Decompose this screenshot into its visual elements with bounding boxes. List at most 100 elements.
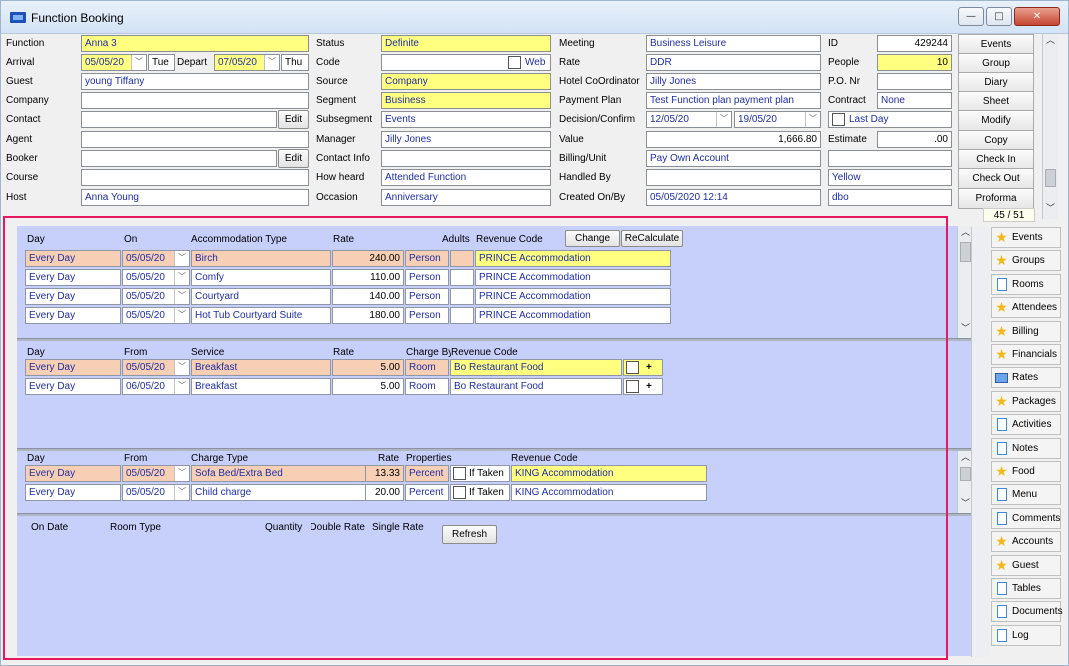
- nav-accounts[interactable]: ★ Accounts: [991, 531, 1061, 553]
- nav-menu[interactable]: Menu: [991, 484, 1061, 506]
- plus-icon[interactable]: +: [646, 360, 652, 375]
- service-revenue-cell[interactable]: Bo Restaurant Food: [450, 359, 622, 376]
- accommodation-rate-cell[interactable]: 110.00: [332, 269, 404, 286]
- change-button[interactable]: Change: [565, 230, 620, 247]
- accommodation-type-cell[interactable]: Birch: [191, 250, 331, 267]
- course-field[interactable]: [81, 169, 309, 186]
- service-name-cell[interactable]: Breakfast: [191, 359, 331, 376]
- nav-documents[interactable]: Documents: [991, 601, 1063, 623]
- accommodation-per-cell[interactable]: Person: [405, 250, 449, 267]
- status-field[interactable]: Definite: [381, 35, 551, 52]
- function-field[interactable]: Anna 3: [81, 35, 309, 52]
- agent-field[interactable]: [81, 131, 309, 148]
- contract-field[interactable]: None: [877, 92, 952, 109]
- diary-button[interactable]: Diary: [958, 72, 1034, 93]
- value-field[interactable]: 1,666.80: [646, 131, 821, 148]
- contact-edit-button[interactable]: Edit: [278, 110, 309, 129]
- charge-revenue-cell[interactable]: KING Accommodation: [511, 465, 707, 482]
- charge-rate-cell[interactable]: 20.00: [365, 484, 404, 501]
- depart-date-field[interactable]: 07/05/20 ﹀: [214, 54, 280, 71]
- nav-attendees[interactable]: ★ Attendees: [991, 297, 1061, 319]
- chevron-down-icon[interactable]: ﹀: [174, 466, 189, 481]
- nav-financials[interactable]: ★ Financials: [991, 344, 1061, 365]
- accommodation-per-cell[interactable]: Person: [405, 269, 449, 286]
- chevron-down-icon[interactable]: ﹀: [716, 112, 731, 127]
- hotel-coordinator-field[interactable]: Jilly Jones: [646, 73, 821, 90]
- chevron-down-icon[interactable]: ﹀: [805, 112, 820, 127]
- nav-events[interactable]: ★ Events: [991, 227, 1061, 248]
- accommodation-adults-cell[interactable]: [450, 269, 474, 286]
- accommodation-per-cell[interactable]: Person: [405, 307, 449, 324]
- subsegment-field[interactable]: Events: [381, 111, 551, 128]
- charge-day-cell[interactable]: Every Day: [25, 484, 121, 501]
- if-taken-checkbox[interactable]: [453, 486, 466, 499]
- right-pane-scrollbar[interactable]: [971, 227, 989, 657]
- top-scrollbar[interactable]: ︿ ﹀: [1042, 34, 1058, 219]
- service-rate-cell[interactable]: 5.00: [332, 378, 404, 395]
- id-field[interactable]: 429244: [877, 35, 952, 52]
- chevron-down-icon[interactable]: ﹀: [131, 55, 146, 70]
- chevron-down-icon[interactable]: ﹀: [174, 289, 189, 304]
- po-field[interactable]: [877, 73, 952, 90]
- accommodation-type-cell[interactable]: Courtyard: [191, 288, 331, 305]
- how-heard-field[interactable]: Attended Function: [381, 169, 551, 186]
- created-by-field[interactable]: dbo: [828, 189, 952, 206]
- service-day-cell[interactable]: Every Day: [25, 359, 121, 376]
- modify-button[interactable]: Modify: [958, 110, 1034, 131]
- minimize-button[interactable]: —: [958, 7, 984, 26]
- nav-comments[interactable]: Comments: [991, 507, 1061, 529]
- last-day-field[interactable]: Last Day: [828, 111, 952, 128]
- check-in-button[interactable]: Check In: [958, 149, 1034, 170]
- chevron-down-icon[interactable]: ﹀: [174, 360, 189, 375]
- refresh-button[interactable]: Refresh: [442, 525, 497, 544]
- people-field[interactable]: 10: [877, 54, 952, 71]
- estimate-field[interactable]: .00: [877, 131, 952, 148]
- charge-day-cell[interactable]: Every Day: [25, 465, 121, 482]
- plus-icon[interactable]: +: [646, 379, 652, 394]
- nav-tables[interactable]: Tables: [991, 578, 1061, 599]
- handled-by-field[interactable]: [646, 169, 821, 186]
- booker-edit-button[interactable]: Edit: [278, 149, 309, 168]
- occasion-field[interactable]: Anniversary: [381, 189, 551, 206]
- service-per-cell[interactable]: Room: [405, 359, 449, 376]
- copy-button[interactable]: Copy: [958, 130, 1034, 151]
- meeting-field[interactable]: Business Leisure: [646, 35, 821, 52]
- service-date-cell[interactable]: 06/05/20 ﹀: [122, 378, 190, 395]
- scroll-thumb[interactable]: [1045, 169, 1056, 187]
- accommodation-adults-cell[interactable]: [450, 307, 474, 324]
- accommodation-day-cell[interactable]: Every Day: [25, 269, 121, 286]
- chevron-down-icon[interactable]: ﹀: [264, 55, 279, 70]
- service-per-cell[interactable]: Room: [405, 378, 449, 395]
- charge-date-cell[interactable]: 05/05/20 ﹀: [122, 484, 190, 501]
- nav-guest[interactable]: ★ Guest: [991, 554, 1061, 576]
- arrival-date-field[interactable]: 05/05/20 ﹀: [81, 54, 147, 71]
- rate-field[interactable]: DDR: [646, 54, 821, 71]
- accommodation-day-cell[interactable]: Every Day: [25, 307, 121, 324]
- last-day-checkbox[interactable]: [832, 113, 845, 126]
- chevron-down-icon[interactable]: ﹀: [174, 485, 189, 500]
- guest-field[interactable]: young Tiffany: [81, 73, 309, 90]
- nav-log[interactable]: Log: [991, 624, 1061, 646]
- handled-color-field[interactable]: Yellow: [828, 169, 952, 186]
- created-field[interactable]: 05/05/2020 12:14: [646, 189, 821, 206]
- host-field[interactable]: Anna Young: [81, 189, 309, 206]
- proforma-button[interactable]: Proforma: [958, 188, 1034, 209]
- company-field[interactable]: [81, 92, 309, 109]
- events-button[interactable]: Events: [958, 34, 1034, 55]
- sheet-button[interactable]: Sheet: [958, 91, 1034, 112]
- nav-billing[interactable]: ★ Billing: [991, 320, 1061, 342]
- service-checkbox[interactable]: [626, 380, 639, 393]
- accommodation-revenue-cell[interactable]: PRINCE Accommodation: [475, 288, 671, 305]
- service-name-cell[interactable]: Breakfast: [191, 378, 331, 395]
- accommodation-rate-cell[interactable]: 140.00: [332, 288, 404, 305]
- service-checkbox[interactable]: [626, 361, 639, 374]
- code-field[interactable]: Web: [381, 54, 551, 71]
- charge-date-cell[interactable]: 05/05/20 ﹀: [122, 465, 190, 482]
- chevron-down-icon[interactable]: ﹀: [174, 251, 189, 266]
- billing-field[interactable]: Pay Own Account: [646, 150, 821, 167]
- manager-field[interactable]: Jilly Jones: [381, 131, 551, 148]
- if-taken-checkbox[interactable]: [453, 467, 466, 480]
- accommodation-per-cell[interactable]: Person: [405, 288, 449, 305]
- decision-date-field[interactable]: 12/05/20 ﹀: [646, 111, 732, 128]
- maximize-button[interactable]: □: [986, 7, 1012, 26]
